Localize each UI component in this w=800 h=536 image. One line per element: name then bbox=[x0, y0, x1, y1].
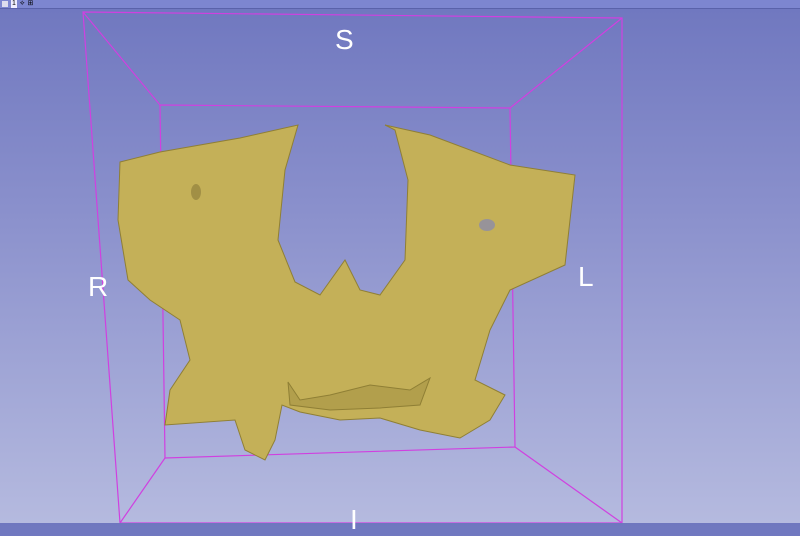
orientation-label-left: L bbox=[578, 261, 594, 292]
orientation-label-right: R bbox=[88, 271, 109, 302]
orientation-label-inferior: I bbox=[350, 504, 358, 535]
3d-view[interactable] bbox=[0, 0, 800, 523]
bone-model bbox=[117, 124, 576, 461]
orientation-label-superior: S bbox=[335, 24, 354, 55]
